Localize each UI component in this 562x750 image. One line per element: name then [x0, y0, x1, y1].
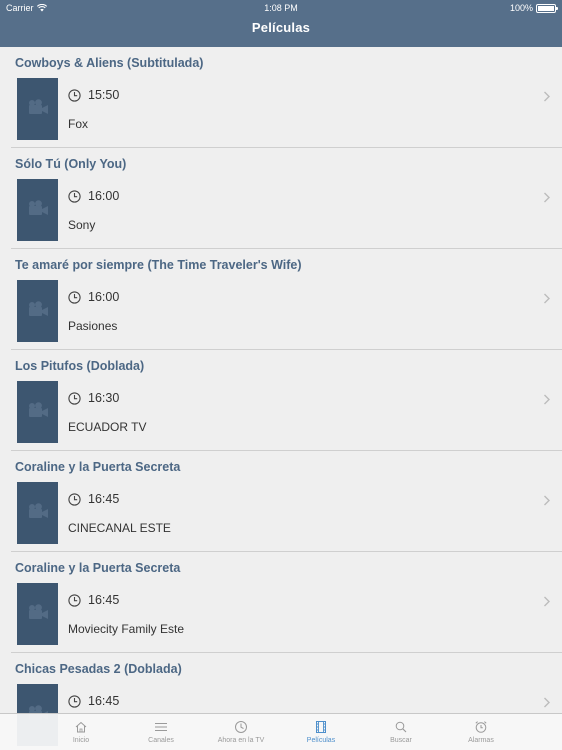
clock-icon [68, 291, 81, 304]
chevron-right-icon [543, 293, 551, 304]
chevron-right-icon [543, 495, 551, 506]
movie-channel: ECUADOR TV [68, 420, 147, 434]
movie-channel: Fox [68, 117, 89, 131]
movie-thumbnail [17, 280, 58, 342]
movie-time: 15:50 [88, 88, 120, 102]
movie-thumbnail [17, 78, 58, 140]
movie-camera-icon [27, 603, 49, 625]
status-time: 1:08 PM [264, 3, 298, 13]
movie-time: 16:00 [88, 189, 120, 203]
movie-channel: Sony [68, 218, 96, 232]
tab-label: Buscar [390, 737, 412, 744]
status-bar: Carrier 1:08 PM 100% [0, 0, 562, 16]
clock-icon [68, 695, 81, 708]
tab-alarm[interactable]: Alarmas [441, 714, 521, 750]
top-bar: Carrier 1:08 PM 100% Películas [0, 0, 562, 47]
clock-icon [68, 190, 81, 203]
movie-row[interactable]: Los Pitufos (Doblada) 16:30 ECUADOR TV [11, 350, 562, 451]
movie-camera-icon [27, 401, 49, 423]
movie-channel: CINECANAL ESTE [68, 521, 171, 535]
clock-icon [68, 493, 81, 506]
tab-bar: Inicio Canales Ahora en la TV Películas Busc… [0, 713, 562, 750]
chevron-right-icon [543, 596, 551, 607]
movie-time: 16:45 [88, 694, 120, 708]
movie-camera-icon [27, 98, 49, 120]
movie-row[interactable]: Te amaré por siempre (The Time Traveler'… [11, 249, 562, 350]
tab-search[interactable]: Buscar [361, 714, 441, 750]
chevron-right-icon [543, 91, 551, 102]
tab-label: Canales [148, 737, 174, 744]
movie-title: Sólo Tú (Only You) [15, 157, 127, 171]
battery-icon [536, 3, 558, 13]
movie-title: Te amaré por siempre (The Time Traveler'… [15, 258, 302, 272]
movie-thumbnail [17, 583, 58, 645]
clock-icon [68, 89, 81, 102]
movie-list: Cowboys & Aliens (Subtitulada) 15:50 Fox Só… [0, 47, 562, 750]
movie-title: Coraline y la Puerta Secreta [15, 460, 181, 474]
alarm-icon [475, 721, 487, 733]
page-title: Películas [251, 20, 311, 35]
movie-time: 16:45 [88, 492, 120, 506]
list-icon [155, 723, 167, 731]
battery-percent: 100% [509, 3, 533, 13]
movie-title: Chicas Pesadas 2 (Doblada) [15, 662, 182, 676]
tab-clock[interactable]: Ahora en la TV [201, 714, 281, 750]
movie-thumbnail [17, 179, 58, 241]
chevron-right-icon [543, 192, 551, 203]
movie-title: Coraline y la Puerta Secreta [15, 561, 181, 575]
movie-time: 16:00 [88, 290, 120, 304]
movie-title: Cowboys & Aliens (Subtitulada) [15, 56, 204, 70]
film-icon [316, 721, 326, 733]
clock-icon [68, 392, 81, 405]
tab-label: Películas [306, 737, 336, 744]
chevron-right-icon [543, 394, 551, 405]
movie-camera-icon [27, 502, 49, 524]
movie-title: Los Pitufos (Doblada) [15, 359, 145, 373]
home-icon [75, 721, 87, 733]
chevron-right-icon [543, 697, 551, 708]
movie-row[interactable]: Coraline y la Puerta Secreta 16:45 CINECAN… [11, 451, 562, 552]
clock-icon [235, 721, 247, 733]
movie-row[interactable]: Coraline y la Puerta Secreta 16:45 Movieci… [11, 552, 562, 653]
tab-film[interactable]: Películas [281, 714, 361, 750]
movie-row[interactable]: Sólo Tú (Only You) 16:00 Sony [11, 148, 562, 249]
movie-time: 16:30 [88, 391, 120, 405]
movie-channel: Moviecity Family Este [68, 622, 185, 636]
movie-camera-icon [27, 199, 49, 221]
movie-camera-icon [27, 300, 49, 322]
tab-list[interactable]: Canales [121, 714, 201, 750]
movie-row[interactable]: Cowboys & Aliens (Subtitulada) 15:50 Fox [11, 47, 562, 148]
tab-label: Inicio [72, 737, 90, 744]
battery-indicator: 100% [509, 0, 558, 16]
search-icon [395, 721, 407, 733]
clock-icon [68, 594, 81, 607]
movie-channel: Pasiones [68, 319, 118, 333]
tab-label: Alarmas [468, 737, 494, 744]
movie-time: 16:45 [88, 593, 120, 607]
tab-home[interactable]: Inicio [41, 714, 121, 750]
tab-label: Ahora en la TV [217, 737, 265, 744]
movie-thumbnail [17, 381, 58, 443]
movie-thumbnail [17, 482, 58, 544]
